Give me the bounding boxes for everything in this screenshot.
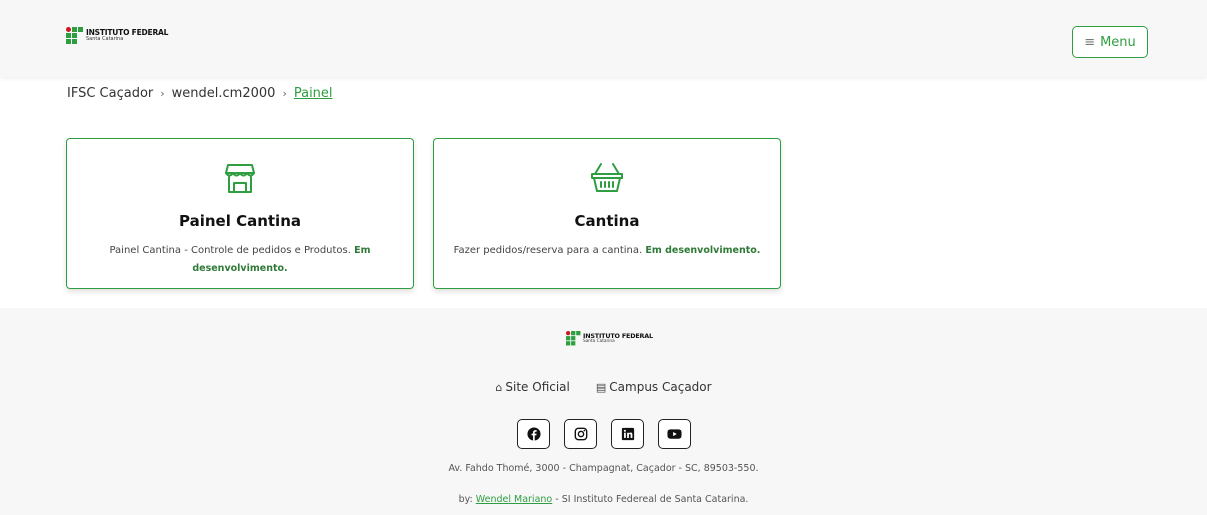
credits-suffix: - SI Instituto Federeal de Santa Catarin…: [555, 494, 749, 505]
hamburger-icon: ≡: [1084, 34, 1096, 50]
link-campus-cacador[interactable]: ▤ Campus Caçador: [596, 380, 712, 394]
footer-links: ⌂ Site Oficial ▤ Campus Caçador: [0, 380, 1207, 394]
card-painel-cantina[interactable]: Painel Cantina Painel Cantina - Controle…: [66, 138, 414, 289]
logo-subtitle: Santa Catarina: [86, 36, 124, 43]
breadcrumb-item-campus[interactable]: IFSC Caçador: [67, 86, 153, 101]
breadcrumb-item-current[interactable]: Painel: [294, 86, 333, 101]
footer-credits: by: Wendel Mariano - SI Instituto Federe…: [0, 494, 1207, 505]
breadcrumb: IFSC Caçador › wendel.cm2000 › Painel: [67, 86, 333, 101]
facebook-button[interactable]: [517, 419, 550, 449]
card-title: Cantina: [574, 212, 640, 230]
youtube-icon: [667, 429, 682, 439]
menu-button[interactable]: ≡ Menu: [1072, 26, 1148, 58]
logo[interactable]: INSTITUTO FEDERAL Santa Catarina: [66, 27, 168, 44]
newspaper-icon: ▤: [595, 381, 607, 394]
menu-label: Menu: [1100, 34, 1136, 50]
home-icon: ⌂: [495, 381, 503, 394]
breadcrumb-separator: ›: [160, 87, 165, 100]
facebook-icon: [526, 427, 541, 441]
link-label: Campus Caçador: [609, 380, 712, 394]
card-title: Painel Cantina: [179, 212, 301, 230]
logo-title: INSTITUTO FEDERAL: [86, 27, 169, 37]
instagram-button[interactable]: [564, 419, 597, 449]
card-description-text: Painel Cantina - Controle de pedidos e P…: [109, 245, 351, 256]
author-link[interactable]: Wendel Mariano: [476, 494, 552, 505]
card-description-text: Fazer pedidos/reserva para a cantina.: [453, 245, 643, 256]
header: INSTITUTO FEDERAL Santa Catarina ≡ Menu: [0, 0, 1207, 77]
linkedin-button[interactable]: [611, 419, 644, 449]
link-label: Site Oficial: [505, 380, 570, 394]
logo-mark-icon: [66, 27, 83, 44]
youtube-button[interactable]: [658, 419, 691, 449]
credits-prefix: by:: [458, 494, 473, 505]
footer-logo[interactable]: INSTITUTO FEDERAL Santa Catarina: [566, 331, 653, 346]
basket-icon: [591, 163, 623, 192]
store-icon: [225, 164, 255, 193]
instagram-icon: [574, 427, 587, 441]
footer-address: Av. Fahdo Thomé, 3000 - Champagnat, Caça…: [448, 463, 759, 474]
logo-mark-icon: [566, 331, 581, 346]
link-site-oficial[interactable]: ⌂ Site Oficial: [495, 380, 569, 394]
breadcrumb-separator: ›: [282, 87, 287, 100]
card-description: Painel Cantina - Controle de pedidos e P…: [77, 242, 403, 278]
social-links: [517, 419, 691, 449]
footer-logo-subtitle: Santa Catarina: [583, 338, 615, 344]
linkedin-icon: [621, 427, 634, 441]
breadcrumb-item-user[interactable]: wendel.cm2000: [172, 86, 276, 101]
card-status: Em desenvolvimento.: [645, 245, 761, 256]
card-cantina[interactable]: Cantina Fazer pedidos/reserva para a can…: [433, 138, 781, 289]
card-description: Fazer pedidos/reserva para a cantina. Em…: [444, 242, 770, 260]
